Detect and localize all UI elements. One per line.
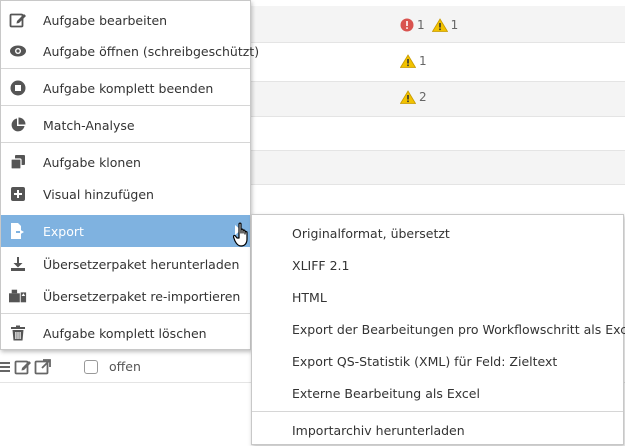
eye-icon	[9, 42, 27, 60]
menu-item-label: Visual hinzufügen	[43, 186, 154, 202]
menu-item-match-analysis[interactable]: Match-Analyse	[1, 110, 250, 140]
row-badges: 1 1	[400, 18, 458, 32]
menu-item-add-visual[interactable]: Visual hinzufügen	[1, 179, 250, 209]
menu-separator	[1, 105, 250, 106]
menu-item-label: Aufgabe klonen	[43, 154, 141, 170]
menu-separator	[1, 68, 250, 69]
trash-icon	[9, 324, 27, 342]
row-badges: 2	[400, 90, 427, 104]
menu-item-label: Aufgabe öffnen (schreibgeschützt)	[43, 43, 260, 59]
submenu-item-label: Export der Bearbeitungen pro Workflowsch…	[292, 321, 625, 337]
pie-chart-icon	[9, 116, 27, 134]
submenu-item-label: Export QS-Statistik (XML) für Feld: Ziel…	[292, 353, 558, 369]
reimport-icon	[9, 287, 27, 305]
context-menu: Aufgabe bearbeiten Aufgabe öffnen (schre…	[0, 0, 259, 350]
edit-icon	[9, 11, 27, 29]
menu-item-open-readonly[interactable]: Aufgabe öffnen (schreibgeschützt)	[1, 36, 259, 66]
menu-item-export[interactable]: Export	[1, 215, 250, 247]
menu-separator	[1, 142, 250, 143]
file-export-icon	[9, 222, 27, 240]
menu-item-label: Aufgabe bearbeiten	[43, 12, 168, 28]
status-text: offen	[109, 359, 141, 374]
menu-item-label: Aufgabe komplett beenden	[43, 80, 214, 96]
warning-icon	[400, 54, 416, 68]
menu-item-label: Export	[43, 223, 84, 239]
submenu-item-external-excel[interactable]: Externe Bearbeitung als Excel	[252, 377, 623, 409]
hand-cursor-icon	[233, 222, 248, 247]
submenu-item-download-import-archive[interactable]: Importarchiv herunterladen	[252, 414, 623, 446]
submenu-item-original-format[interactable]: Originalformat, übersetzt	[252, 217, 623, 249]
submenu-item-xliff[interactable]: XLIFF 2.1	[252, 249, 623, 281]
menu-item-label: Übersetzerpaket re-importieren	[43, 288, 241, 304]
menu-item-delete-task[interactable]: Aufgabe komplett löschen	[1, 318, 250, 348]
submenu-item-label: HTML	[292, 289, 327, 305]
stop-icon	[9, 79, 27, 97]
download-icon	[9, 255, 27, 273]
submenu-item-label: Originalformat, übersetzt	[292, 225, 450, 241]
row-badges: 1	[400, 54, 427, 68]
warning-count: 2	[419, 90, 427, 104]
menu-item-finish-task[interactable]: Aufgabe komplett beenden	[1, 73, 250, 103]
menu-separator	[252, 411, 623, 412]
plus-square-icon	[9, 185, 27, 203]
menu-icon[interactable]	[0, 359, 12, 375]
submenu-item-label: Importarchiv herunterladen	[292, 422, 465, 438]
menu-item-edit-task[interactable]: Aufgabe bearbeiten	[1, 5, 250, 35]
submenu-item-export-qs-statistics[interactable]: Export QS-Statistik (XML) für Feld: Ziel…	[252, 345, 623, 377]
row-tools	[0, 358, 52, 376]
external-link-icon[interactable]	[34, 358, 52, 376]
warning-count: 1	[419, 54, 427, 68]
menu-item-label: Match-Analyse	[43, 117, 135, 133]
submenu-item-label: Externe Bearbeitung als Excel	[292, 385, 480, 401]
menu-item-label: Aufgabe komplett löschen	[43, 325, 207, 341]
warning-count: 1	[450, 18, 459, 32]
submenu-item-html[interactable]: HTML	[252, 281, 623, 313]
submenu-item-label: XLIFF 2.1	[292, 257, 350, 273]
menu-item-download-package[interactable]: Übersetzerpaket herunterladen	[1, 249, 250, 279]
status-checkbox[interactable]	[84, 360, 98, 374]
warning-icon	[400, 90, 416, 104]
menu-separator	[1, 313, 250, 314]
error-count: 1	[417, 18, 425, 32]
submenu-item-export-workflow-excel[interactable]: Export der Bearbeitungen pro Workflowsch…	[252, 313, 625, 345]
clone-icon	[9, 153, 27, 171]
warning-icon	[431, 18, 448, 32]
edit-icon[interactable]	[14, 358, 32, 376]
export-submenu: Originalformat, übersetzt XLIFF 2.1 HTML…	[251, 214, 625, 446]
menu-item-label: Übersetzerpaket herunterladen	[43, 256, 240, 272]
error-icon	[400, 18, 414, 32]
menu-item-reimport-package[interactable]: Übersetzerpaket re-importieren	[1, 281, 250, 311]
menu-item-clone-task[interactable]: Aufgabe klonen	[1, 147, 250, 177]
